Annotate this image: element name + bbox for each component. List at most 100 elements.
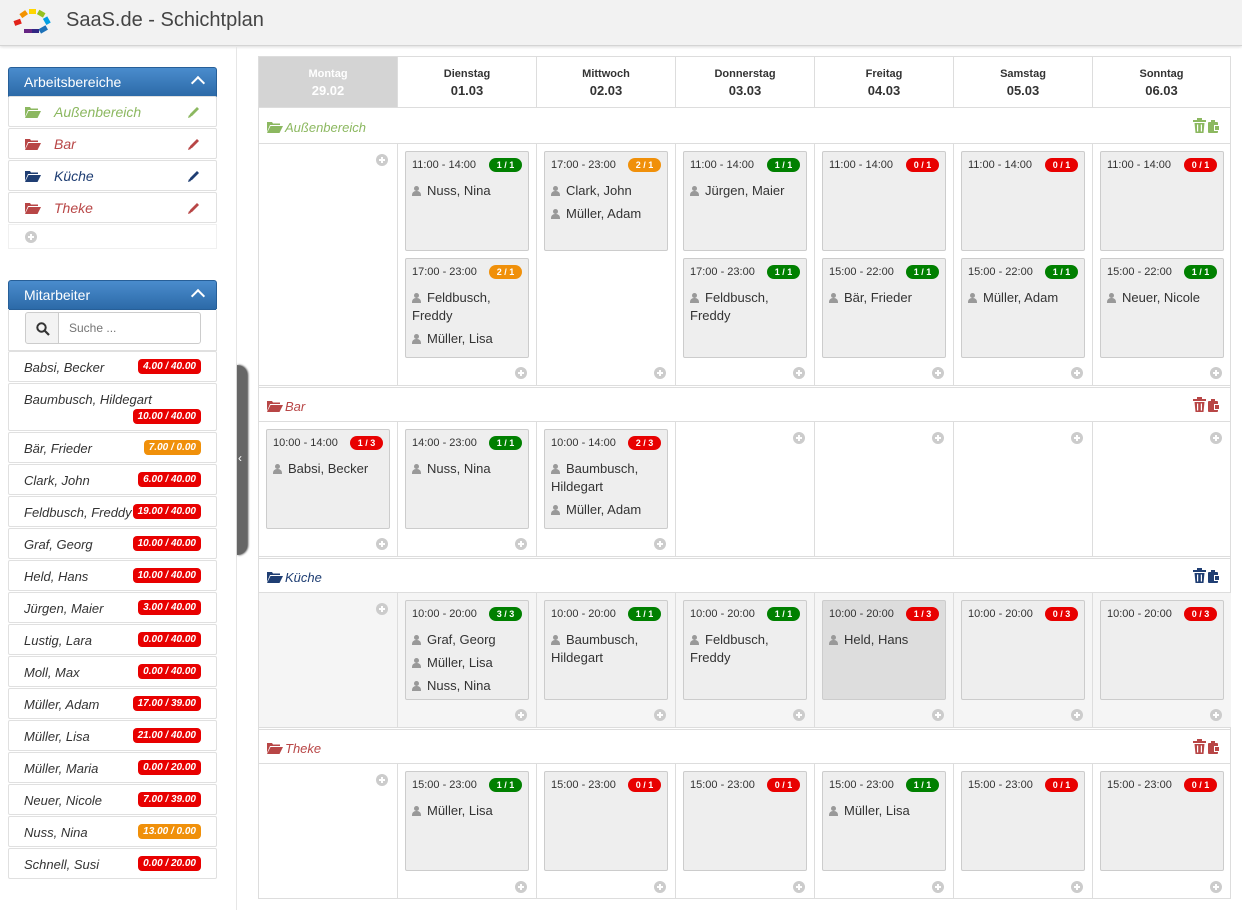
employee-row[interactable]: Baumbusch, Hildegart 10.00 / 40.00 xyxy=(8,383,217,431)
employee-row[interactable]: Graf, Georg 10.00 / 40.00 xyxy=(8,528,217,559)
assigned-person[interactable]: Bär, Frieder xyxy=(829,289,941,307)
shift-card[interactable]: 15:00 - 23:00 0 / 1 xyxy=(683,771,807,871)
pencil-icon[interactable] xyxy=(187,169,201,183)
shift-card[interactable]: 15:00 - 23:00 1 / 1 Müller, Lisa xyxy=(822,771,946,871)
employee-row[interactable]: Nuss, Nina 13.00 / 0.00 xyxy=(8,816,217,847)
trash-icon[interactable] xyxy=(1193,568,1206,583)
shift-card[interactable]: 15:00 - 23:00 0 / 1 xyxy=(544,771,668,871)
trash-icon[interactable] xyxy=(1193,397,1206,412)
shift-card[interactable]: 10:00 - 20:00 3 / 3 Graf, Georg Müller, Lis… xyxy=(405,600,529,700)
add-shift-icon[interactable] xyxy=(1210,881,1222,893)
add-shift-icon[interactable] xyxy=(1210,432,1222,444)
add-shift-icon[interactable] xyxy=(932,881,944,893)
employee-row[interactable]: Bär, Frieder 7.00 / 0.00 xyxy=(8,432,217,463)
shift-card[interactable]: 11:00 - 14:00 1 / 1 Nuss, Nina xyxy=(405,151,529,251)
add-shift-icon[interactable] xyxy=(932,709,944,721)
add-shift-icon[interactable] xyxy=(515,367,527,379)
day-header[interactable]: Sonntag 06.03 xyxy=(1093,57,1231,108)
add-shift-icon[interactable] xyxy=(1210,709,1222,721)
employee-row[interactable]: Moll, Max 0.00 / 40.00 xyxy=(8,656,217,687)
employee-row[interactable]: Müller, Adam 17.00 / 39.00 xyxy=(8,688,217,719)
areas-panel-header[interactable]: Arbeitsbereiche xyxy=(8,67,217,97)
assigned-person[interactable]: Nuss, Nina xyxy=(412,460,524,478)
shift-card[interactable]: 10:00 - 20:00 0 / 3 xyxy=(961,600,1085,700)
clipboard-icon[interactable] xyxy=(1208,118,1220,133)
assigned-person[interactable]: Feldbusch, Freddy xyxy=(412,289,524,325)
shift-card[interactable]: 11:00 - 14:00 1 / 1 Jürgen, Maier xyxy=(683,151,807,251)
employee-row[interactable]: Müller, Lisa 21.00 / 40.00 xyxy=(8,720,217,751)
shift-card[interactable]: 15:00 - 22:00 1 / 1 Neuer, Nicole xyxy=(1100,258,1224,358)
assigned-person[interactable]: Müller, Adam xyxy=(551,501,663,519)
sidebar-area-item[interactable]: Küche xyxy=(8,160,217,191)
shift-card[interactable]: 15:00 - 22:00 1 / 1 Bär, Frieder xyxy=(822,258,946,358)
add-shift-icon[interactable] xyxy=(515,538,527,550)
assigned-person[interactable]: Jürgen, Maier xyxy=(690,182,802,200)
add-shift-icon[interactable] xyxy=(793,367,805,379)
add-shift-icon[interactable] xyxy=(932,432,944,444)
sidebar-area-item[interactable]: Bar xyxy=(8,128,217,159)
employee-row[interactable]: Schnell, Susi 0.00 / 20.00 xyxy=(8,848,217,879)
assigned-person[interactable]: Müller, Lisa xyxy=(412,802,524,820)
assigned-person[interactable]: Nuss, Nina xyxy=(412,182,524,200)
clipboard-icon[interactable] xyxy=(1208,739,1220,754)
add-shift-icon[interactable] xyxy=(654,538,666,550)
assigned-person[interactable]: Clark, John xyxy=(551,182,663,200)
shift-card[interactable]: 14:00 - 23:00 1 / 1 Nuss, Nina xyxy=(405,429,529,529)
shift-card[interactable]: 15:00 - 22:00 1 / 1 Müller, Adam xyxy=(961,258,1085,358)
assigned-person[interactable]: Müller, Adam xyxy=(551,205,663,223)
shift-card[interactable]: 17:00 - 23:00 1 / 1 Feldbusch, Freddy xyxy=(683,258,807,358)
assigned-person[interactable]: Babsi, Becker xyxy=(273,460,385,478)
add-shift-icon[interactable] xyxy=(376,603,388,615)
add-shift-icon[interactable] xyxy=(376,154,388,166)
employee-row[interactable]: Jürgen, Maier 3.00 / 40.00 xyxy=(8,592,217,623)
day-header[interactable]: Dienstag 01.03 xyxy=(398,57,537,108)
add-shift-icon[interactable] xyxy=(793,432,805,444)
employee-row[interactable]: Lustig, Lara 0.00 / 40.00 xyxy=(8,624,217,655)
chevron-up-icon[interactable] xyxy=(190,75,206,91)
add-shift-icon[interactable] xyxy=(654,709,666,721)
shift-card[interactable]: 10:00 - 14:00 1 / 3 Babsi, Becker xyxy=(266,429,390,529)
add-shift-icon[interactable] xyxy=(1071,709,1083,721)
assigned-person[interactable]: Müller, Lisa xyxy=(412,330,524,348)
shift-card[interactable]: 15:00 - 23:00 0 / 1 xyxy=(961,771,1085,871)
add-shift-icon[interactable] xyxy=(515,881,527,893)
add-shift-icon[interactable] xyxy=(793,881,805,893)
shift-card[interactable]: 10:00 - 20:00 1 / 3 Held, Hans xyxy=(822,600,946,700)
pencil-icon[interactable] xyxy=(187,137,201,151)
shift-card[interactable]: 10:00 - 14:00 2 / 3 Baumbusch, Hildegart Mü… xyxy=(544,429,668,529)
shift-card[interactable]: 10:00 - 20:00 1 / 1 Baumbusch, Hildegart xyxy=(544,600,668,700)
employee-row[interactable]: Held, Hans 10.00 / 40.00 xyxy=(8,560,217,591)
shift-card[interactable]: 10:00 - 20:00 0 / 3 xyxy=(1100,600,1224,700)
add-shift-icon[interactable] xyxy=(654,367,666,379)
assigned-person[interactable]: Neuer, Nicole xyxy=(1107,289,1219,307)
clipboard-icon[interactable] xyxy=(1208,568,1220,583)
chevron-up-icon[interactable] xyxy=(190,288,206,304)
shift-card[interactable]: 17:00 - 23:00 2 / 1 Feldbusch, Freddy Mülle… xyxy=(405,258,529,358)
day-header[interactable]: Mittwoch 02.03 xyxy=(537,57,676,108)
employee-row[interactable]: Müller, Maria 0.00 / 20.00 xyxy=(8,752,217,783)
employee-row[interactable]: Babsi, Becker 4.00 / 40.00 xyxy=(8,351,217,382)
assigned-person[interactable]: Graf, Georg xyxy=(412,631,524,649)
employees-panel-header[interactable]: Mitarbeiter xyxy=(8,280,217,310)
clipboard-icon[interactable] xyxy=(1208,397,1220,412)
assigned-person[interactable]: Müller, Adam xyxy=(968,289,1080,307)
day-header[interactable]: Samstag 05.03 xyxy=(954,57,1093,108)
sidebar-area-item[interactable]: Außenbereich xyxy=(8,96,217,127)
shift-card[interactable]: 17:00 - 23:00 2 / 1 Clark, John Müller, Ada… xyxy=(544,151,668,251)
assigned-person[interactable]: Held, Hans xyxy=(829,631,941,649)
employee-row[interactable]: Feldbusch, Freddy 19.00 / 40.00 xyxy=(8,496,217,527)
pencil-icon[interactable] xyxy=(187,105,201,119)
day-header[interactable]: Freitag 04.03 xyxy=(815,57,954,108)
assigned-person[interactable]: Feldbusch, Freddy xyxy=(690,631,802,667)
add-shift-icon[interactable] xyxy=(1071,881,1083,893)
add-shift-icon[interactable] xyxy=(1210,367,1222,379)
shift-card[interactable]: 10:00 - 20:00 1 / 1 Feldbusch, Freddy xyxy=(683,600,807,700)
day-header[interactable]: Montag 29.02 xyxy=(259,57,398,108)
employee-row[interactable]: Neuer, Nicole 7.00 / 39.00 xyxy=(8,784,217,815)
sidebar-area-item[interactable]: Theke xyxy=(8,192,217,223)
assigned-person[interactable]: Nuss, Nina xyxy=(412,677,524,695)
add-shift-icon[interactable] xyxy=(793,709,805,721)
assigned-person[interactable]: Baumbusch, Hildegart xyxy=(551,631,663,667)
add-shift-icon[interactable] xyxy=(515,709,527,721)
search-input[interactable] xyxy=(58,312,201,344)
